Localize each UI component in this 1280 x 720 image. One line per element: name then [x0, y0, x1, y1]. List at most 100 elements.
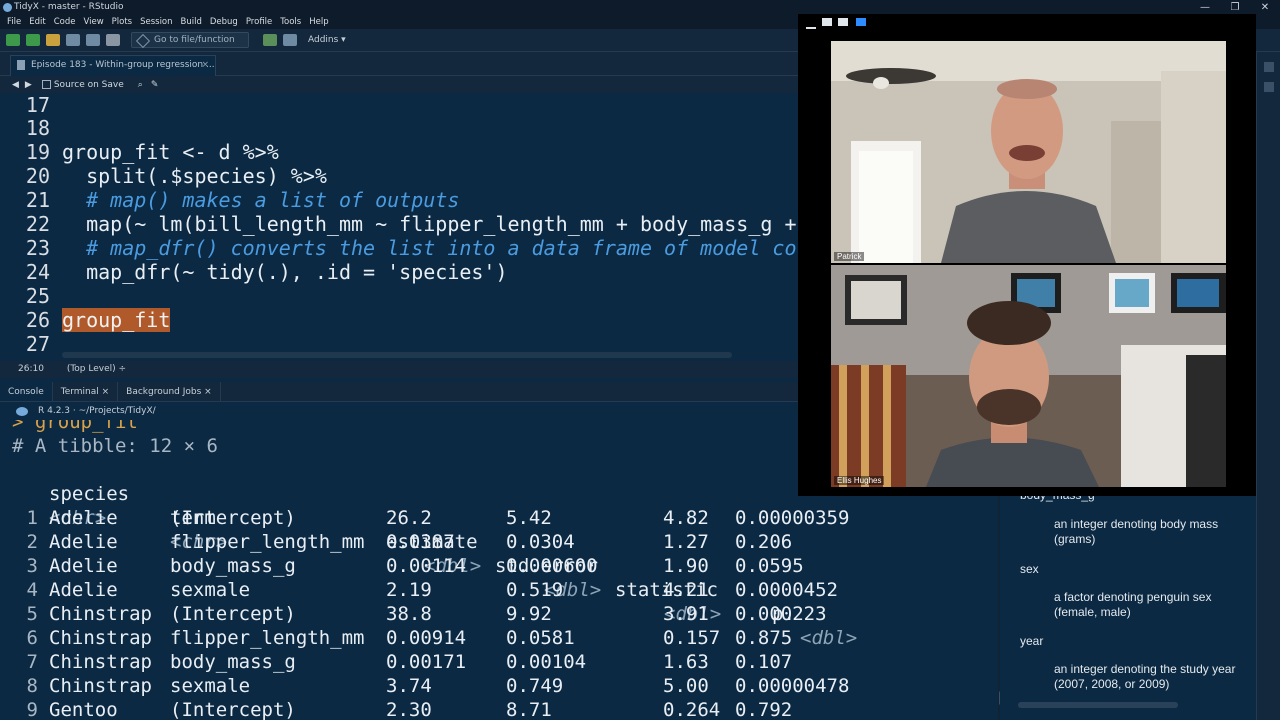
window-title: TidyX - master - RStudio	[14, 2, 124, 12]
line-text: split(.$species) %>%	[62, 164, 327, 188]
menu-code[interactable]: Code	[50, 15, 80, 29]
menu-view[interactable]: View	[79, 15, 107, 29]
cell-std-error: 9.92	[506, 603, 552, 625]
save-all-icon[interactable]	[86, 34, 100, 46]
tab-terminal[interactable]: Terminal ×	[53, 382, 119, 401]
cell-statistic: 1.90	[663, 555, 709, 577]
line-number: 19	[25, 140, 50, 164]
open-folder-icon[interactable]	[46, 34, 60, 46]
row-index: 1	[26, 507, 38, 529]
source-on-save-checkbox[interactable]	[41, 80, 51, 89]
cell-term: body_mass_g	[170, 651, 296, 673]
menu-profile[interactable]: Profile	[242, 15, 276, 29]
tibble-row: 9 Gentoo (Intercept) 2.30 8.71 0.264 0.792	[0, 698, 1000, 720]
forward-arrow-icon[interactable]: ▶	[25, 80, 32, 90]
menu-edit[interactable]: Edit	[25, 15, 49, 29]
menu-file[interactable]: File	[3, 15, 25, 29]
participant-name: Patrick	[834, 252, 865, 261]
cell-species: Adelie	[49, 531, 118, 553]
window-video-icon[interactable]	[822, 18, 832, 26]
cell-species: Chinstrap	[49, 651, 152, 673]
cell-statistic: 0.157	[663, 627, 721, 649]
scope-selector[interactable]: (Top Level) ÷	[67, 364, 126, 374]
cell-std-error: 0.749	[506, 675, 564, 697]
menu-session[interactable]: Session	[136, 15, 176, 29]
cell-term: (Intercept)	[170, 699, 296, 720]
cell-estimate: 0.00171	[386, 651, 467, 673]
pane-button-2[interactable]	[1264, 82, 1274, 92]
tab-background-jobs[interactable]: Background Jobs ×	[118, 382, 221, 401]
cell-p-value: 0.00000359	[735, 507, 850, 529]
console-prompt: > group_fit	[12, 420, 138, 433]
wand-icon[interactable]: ✎	[151, 80, 159, 90]
menu-debug[interactable]: Debug	[206, 15, 242, 29]
save-icon[interactable]	[66, 34, 80, 46]
participant-video-ellis	[831, 265, 1226, 487]
line-text: # map_dfr() converts the list into a dat…	[62, 236, 797, 260]
line-number: 22	[25, 212, 50, 236]
line-number: 20	[25, 164, 50, 188]
minimize-video-icon[interactable]	[806, 27, 816, 29]
row-index: 5	[26, 603, 38, 625]
back-arrow-icon[interactable]: ◀	[12, 80, 19, 90]
maximize-button[interactable]: ❐	[1220, 0, 1250, 15]
cell-species: Chinstrap	[49, 603, 152, 625]
grid-view-icon[interactable]	[856, 18, 866, 26]
cell-p-value: 0.107	[735, 651, 793, 673]
participant-name: Ellis Hughes	[834, 476, 885, 485]
new-file-icon[interactable]	[6, 34, 20, 46]
editor-tab-episode[interactable]: Episode 183 - Within-group regression ..…	[10, 55, 216, 76]
cell-std-error: 0.519	[506, 579, 564, 601]
cell-std-error: 5.42	[506, 507, 552, 529]
goto-file-function-input[interactable]: Go to file/function	[131, 32, 249, 48]
tab-console[interactable]: Console	[0, 382, 53, 401]
line-text: map(~ lm(bill_length_mm ~ flipper_length…	[62, 212, 797, 236]
cell-term: body_mass_g	[170, 555, 296, 577]
cell-std-error: 0.0304	[506, 531, 575, 553]
cell-statistic: 0.264	[663, 699, 721, 720]
close-button[interactable]: ✕	[1250, 0, 1280, 15]
cell-statistic: 1.63	[663, 651, 709, 673]
list-view-icon[interactable]	[838, 18, 848, 26]
addins-menu[interactable]: Addins ▾	[308, 35, 346, 45]
menu-plots[interactable]: Plots	[108, 15, 136, 29]
cell-std-error: 0.00104	[506, 651, 587, 673]
close-tab-icon[interactable]: ×	[201, 56, 209, 75]
menu-tools[interactable]: Tools	[276, 15, 305, 29]
cell-p-value: 0.0595	[735, 555, 804, 577]
title-bar: TidyX - master - RStudio — ❐ ✕	[0, 0, 1280, 15]
git-icon[interactable]	[263, 34, 277, 46]
video-frame-ellis: Ellis Hughes	[831, 265, 1226, 487]
new-project-icon[interactable]	[26, 34, 40, 46]
help-term: year	[1020, 634, 1044, 648]
cell-estimate: 26.2	[386, 507, 432, 529]
window-controls: — ❐ ✕	[1190, 0, 1280, 15]
cell-p-value: 0.000223	[735, 603, 827, 625]
tibble-header: # A tibble: 12 × 6	[12, 435, 218, 457]
cell-statistic: 5.00	[663, 675, 709, 697]
cell-statistic: 4.82	[663, 507, 709, 529]
workspace-panes-icon[interactable]	[283, 34, 297, 46]
line-number: 24	[25, 260, 50, 284]
pane-button-1[interactable]	[1264, 62, 1274, 72]
line-number: 18	[25, 116, 50, 140]
line-number: 21	[25, 188, 50, 212]
help-pane: body_mass_g an integer denoting body mas…	[1012, 490, 1256, 720]
scrollbar-thumb[interactable]	[999, 690, 1000, 706]
cell-p-value: 0.0000452	[735, 579, 838, 601]
horizontal-scrollbar[interactable]	[62, 352, 732, 358]
search-icon[interactable]: ⌕	[138, 80, 143, 90]
menu-build[interactable]: Build	[177, 15, 206, 29]
help-horizontal-scrollbar[interactable]	[1018, 702, 1178, 708]
tibble-row: 6 Chinstrap flipper_length_mm 0.00914 0.0581…	[0, 626, 1000, 650]
tibble-row: 7 Chinstrap body_mass_g 0.00171 0.00104 1.63 0…	[0, 650, 1000, 674]
cell-species: Adelie	[49, 507, 118, 529]
editor-tab-label: Episode 183 - Within-group regression ..…	[31, 60, 215, 70]
row-index: 4	[26, 579, 38, 601]
cell-statistic: 4.21	[663, 579, 709, 601]
line-number: 26	[25, 308, 50, 332]
cell-estimate: 38.8	[386, 603, 432, 625]
menu-help[interactable]: Help	[305, 15, 332, 29]
print-icon[interactable]	[106, 34, 120, 46]
minimize-button[interactable]: —	[1190, 0, 1220, 15]
